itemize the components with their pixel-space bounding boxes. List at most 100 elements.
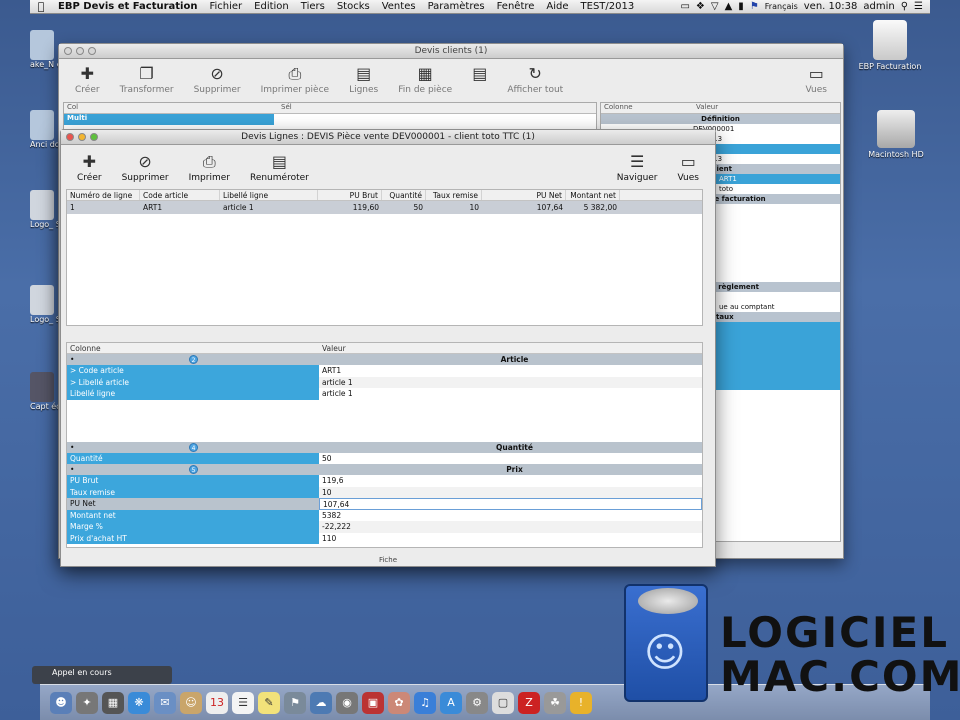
fiche-label[interactable]: Fiche (61, 556, 715, 564)
reminders-icon[interactable]: ☰ (232, 691, 254, 714)
user-menu[interactable]: admin (860, 1, 897, 12)
photo-booth-icon[interactable]: ▣ (362, 691, 384, 714)
menu-dossier[interactable]: TEST/2013 (575, 1, 641, 12)
show-all-button[interactable]: ↻ Afficher tout (497, 63, 573, 95)
minimize-button[interactable] (76, 47, 84, 55)
col-header[interactable]: Taux remise (426, 190, 482, 200)
notes-icon[interactable]: ✎ (258, 691, 280, 714)
create-button[interactable]: ✚ Créer (65, 63, 110, 95)
dropbox-icon[interactable]: ▭ (677, 1, 692, 12)
menu-aide[interactable]: Aide (540, 1, 574, 12)
finder-icon[interactable]: ☻ (50, 691, 72, 714)
detail-row[interactable]: Libellé ligne article 1 (67, 388, 702, 400)
iphoto-icon[interactable]: ✿ (388, 691, 410, 714)
menu-edition[interactable]: Edition (248, 1, 295, 12)
detail-row[interactable]: > Code article ART1 (67, 365, 702, 377)
col-header[interactable]: Code article (140, 190, 220, 200)
table-row[interactable]: 1 ART1 article 1 119,60 50 10 107,64 5 3… (67, 201, 702, 214)
expand-icon[interactable]: • (67, 355, 75, 364)
menu-fenetre[interactable]: Fenêtre (491, 1, 541, 12)
expand-icon[interactable]: • (67, 443, 75, 452)
alert-icon[interactable]: ! (570, 691, 592, 714)
app-store-icon[interactable]: A (440, 691, 462, 714)
detail-row[interactable]: Marge % -22,222 (67, 521, 702, 533)
detail-row[interactable]: Taux remise 10 (67, 486, 702, 498)
col-header[interactable]: PU Net (482, 190, 566, 200)
detail-row[interactable]: Quantité 50 (67, 452, 702, 464)
notification-list-icon[interactable]: ☰ (911, 1, 926, 12)
filezilla-icon[interactable]: Z (518, 691, 540, 714)
menu-app-name[interactable]: EBP Devis et Facturation (52, 1, 203, 12)
lines-icon: ▤ (356, 64, 372, 83)
preview-icon[interactable]: ▢ (492, 691, 514, 714)
detail-row-editing[interactable]: PU Net 107,64 (67, 498, 702, 510)
transform-button[interactable]: ❐ Transformer (110, 63, 184, 95)
print-piece-button[interactable]: ⎙ Imprimer pièce (251, 63, 339, 95)
search-icon[interactable]: ⚲ (898, 1, 911, 12)
utility-icon[interactable]: ☘ (544, 691, 566, 714)
list-item[interactable]: Multi (64, 114, 274, 125)
col-header[interactable]: Libellé ligne (220, 190, 318, 200)
detail-row[interactable]: PU Brut 119,6 (67, 475, 702, 487)
menu-parametres[interactable]: Paramètres (422, 1, 491, 12)
system-preferences-icon[interactable]: ⚙ (466, 691, 488, 714)
list-header: Col Sél (64, 103, 596, 114)
menu-ventes[interactable]: Ventes (376, 1, 422, 12)
facetime-icon[interactable]: ◉ (336, 691, 358, 714)
volume-icon[interactable]: ▲ (722, 1, 736, 12)
section-definition[interactable]: Définition (601, 114, 840, 124)
col-header[interactable]: Quantité (382, 190, 426, 200)
col-header[interactable]: PU Brut (318, 190, 382, 200)
launchpad-icon[interactable]: ✦ (76, 691, 98, 714)
col-header[interactable]: Numéro de ligne (67, 190, 140, 200)
drive-macintosh-hd[interactable]: Macintosh HD (856, 110, 936, 159)
expand-icon[interactable]: • (67, 465, 75, 474)
battery-icon[interactable]: ▮ (735, 1, 747, 12)
renumber-button[interactable]: ▤ Renuméroter (240, 151, 319, 183)
contacts-icon[interactable]: ☺ (180, 691, 202, 714)
lines-button[interactable]: ▤ Lignes (339, 63, 388, 95)
close-button[interactable] (64, 47, 72, 55)
clock[interactable]: ven. 10:38 (801, 1, 861, 12)
zoom-button[interactable] (90, 133, 98, 141)
zoom-button[interactable] (88, 47, 96, 55)
mail-icon[interactable]: ✉ (154, 691, 176, 714)
maps-icon[interactable]: ⚑ (284, 691, 306, 714)
delete-button[interactable]: ⊘ Supprimer (112, 151, 179, 183)
col-header[interactable]: Montant net (566, 190, 620, 200)
delete-button[interactable]: ⊘ Supprimer (184, 63, 251, 95)
end-of-piece-button[interactable]: ▦ Fin de pièce (388, 63, 462, 95)
safari-icon[interactable]: ❋ (128, 691, 150, 714)
create-button[interactable]: ✚ Créer (67, 151, 112, 183)
print-button[interactable]: ⎙ Imprimer (179, 151, 240, 183)
lock-button[interactable]: ▤ (462, 63, 497, 85)
call-notification[interactable]: Appel en cours (32, 666, 172, 684)
menu-fichier[interactable]: Fichier (203, 1, 248, 12)
line-detail-panel[interactable]: Colonne Valeur • 2 Article > Code articl… (66, 342, 703, 548)
minimize-button[interactable] (78, 133, 86, 141)
views-button[interactable]: ▭ Vues (668, 151, 709, 183)
navigate-button[interactable]: ☰ Naviguer (607, 151, 668, 183)
wifi-icon[interactable]: ▽ (708, 1, 722, 12)
section-prix[interactable]: • 5 Prix (67, 464, 702, 475)
pu-net-input[interactable]: 107,64 (319, 498, 702, 510)
calendar-icon[interactable]: 13 (206, 691, 228, 714)
detail-row[interactable]: > Libellé article article 1 (67, 376, 702, 388)
mission-control-icon[interactable]: ▦ (102, 691, 124, 714)
menu-tiers[interactable]: Tiers (295, 1, 331, 12)
language-label[interactable]: Français (762, 2, 801, 11)
lines-table[interactable]: Numéro de ligne Code article Libellé lig… (66, 189, 703, 326)
drive-ebp-facturation[interactable]: EBP Facturation (850, 20, 930, 71)
itunes-icon[interactable]: ♫ (414, 691, 436, 714)
messages-icon[interactable]: ☁ (310, 691, 332, 714)
apple-menu-icon[interactable]:  (30, 0, 52, 13)
language-flag-icon[interactable]: ⚑ (747, 1, 762, 12)
detail-row[interactable]: Montant net 5382 (67, 509, 702, 521)
close-button[interactable] (66, 133, 74, 141)
section-article[interactable]: • 2 Article (67, 354, 702, 365)
section-quantite[interactable]: • 4 Quantité (67, 441, 702, 453)
menu-stocks[interactable]: Stocks (331, 1, 376, 12)
views-button[interactable]: ▭ Vues (796, 63, 837, 95)
bluetooth-icon[interactable]: ❖ (693, 1, 708, 12)
detail-row[interactable]: Prix d'achat HT 110 (67, 532, 702, 544)
